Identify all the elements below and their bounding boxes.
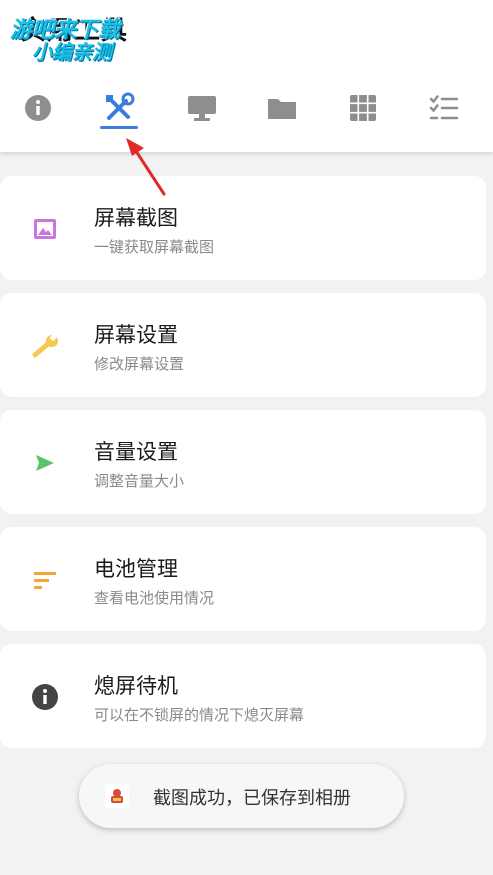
item-description: 一键获取屏幕截图 [94,238,215,256]
item-label: 电池管理 [94,557,178,581]
tab-apps[interactable] [333,78,393,138]
info-icon [25,95,51,121]
item-label: 音量设置 [94,440,178,464]
item-label: 熄屏待机 [94,674,178,698]
checklist-icon [429,95,459,120]
watermark-line-2: 小编亲测 [32,40,112,64]
watermark-logo: 游吧来下载 小编亲测 [10,10,160,66]
send-icon [30,448,60,478]
folder-icon [268,99,296,119]
item-description: 查看电池使用情况 [94,589,215,607]
image-icon [30,214,60,244]
tools-icon [106,92,135,120]
sort-icon [30,565,60,595]
item-battery[interactable]: 电池管理 查看电池使用情况 [0,527,486,631]
tab-tasks[interactable] [414,78,474,138]
item-volume-settings[interactable]: 音量设置 调整音量大小 [0,410,486,514]
tab-display[interactable] [172,78,232,138]
app-header: 实用工具 游吧来下载 小编亲测 [0,0,493,152]
item-description: 可以在不锁屏的情况下熄灭屏幕 [94,706,305,724]
monitor-icon [188,96,216,121]
app-icon [105,784,129,808]
item-label: 屏幕截图 [94,206,178,230]
item-screen-off[interactable]: 熄屏待机 可以在不锁屏的情况下熄灭屏幕 [0,644,486,748]
tab-info[interactable] [8,78,68,138]
item-label: 屏幕设置 [94,323,178,347]
grid-icon [350,95,376,121]
annotation-arrow-icon [126,138,166,196]
tab-files[interactable] [252,78,312,138]
wrench-icon [30,331,60,361]
toast-text: 截图成功，已保存到相册 [153,788,351,809]
item-description: 修改屏幕设置 [94,355,185,373]
item-description: 调整音量大小 [94,472,185,490]
item-screen-settings[interactable]: 屏幕设置 修改屏幕设置 [0,293,486,397]
item-screenshot[interactable]: 屏幕截图 一键获取屏幕截图 [0,176,486,280]
tab-bar [0,78,493,138]
info-icon [30,682,60,712]
selected-tab-indicator [100,126,138,129]
tab-tools[interactable] [89,78,149,138]
toast-notification: 截图成功，已保存到相册 [79,764,404,828]
